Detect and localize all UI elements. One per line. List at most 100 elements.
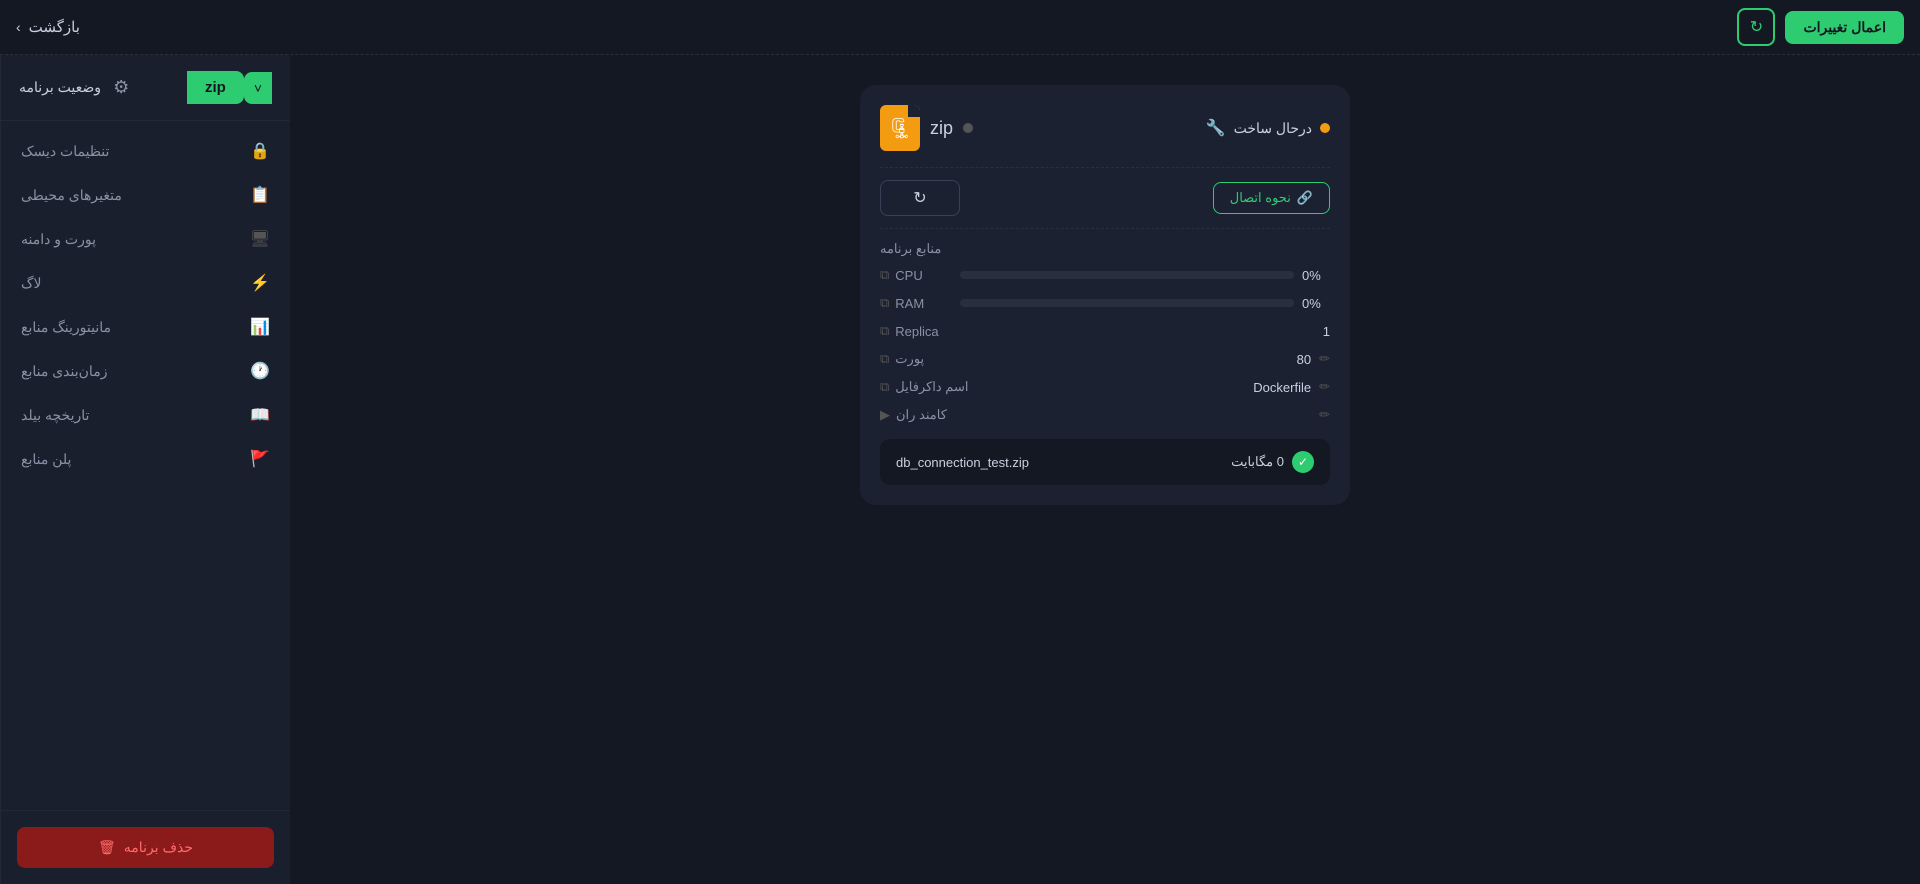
- resources-title: منابع برنامه: [880, 241, 1330, 257]
- sidebar-item-env-label: متغیرهای محیطی: [21, 187, 122, 204]
- delete-button[interactable]: حذف برنامه 🗑: [17, 827, 274, 868]
- action-row: 🔗 نحوه اتصال ↻: [880, 180, 1330, 216]
- cpu-label: CPU: [895, 268, 922, 283]
- refresh-top-icon: ↻: [1750, 17, 1763, 37]
- resources-section: منابع برنامه 0% CPU ⧉: [880, 241, 1330, 423]
- dockerfile-row-right: اسم داکرفایل ⧉: [880, 379, 968, 395]
- connect-button[interactable]: 🔗 نحوه اتصال: [1213, 182, 1330, 214]
- cpu-copy-icon[interactable]: ⧉: [880, 267, 889, 283]
- port-row-left: ✏ 80: [1297, 351, 1330, 367]
- sidebar-item-disk[interactable]: 🔒 تنظیمات دیسک: [1, 129, 290, 173]
- file-name: db_connection_test.zip: [896, 455, 1029, 470]
- delete-icon: 🗑: [98, 839, 116, 856]
- file-check-icon: ✓: [1292, 451, 1314, 473]
- back-chevron-icon: ›: [16, 19, 21, 35]
- port-row-right: پورت ⧉: [880, 351, 924, 367]
- sidebar-item-history[interactable]: 📖 تاریخچه بیلد: [1, 393, 290, 437]
- apply-button[interactable]: اعمال تغییرات: [1785, 11, 1904, 44]
- sidebar-item-schedule-label: زمان‌بندی منابع: [21, 363, 107, 380]
- cpu-percent: 0%: [1302, 268, 1330, 283]
- card-separator-2: [880, 228, 1330, 229]
- ram-progress-bg: [960, 299, 1294, 307]
- dockerfile-row: ✏ Dockerfile اسم داکرفایل ⧉: [880, 379, 1330, 395]
- sidebar-item-monitor[interactable]: 📊 مانیتورینگ منابع: [1, 305, 290, 349]
- log-icon: ⚡: [250, 273, 270, 293]
- topbar-left: اعمال تغییرات ↻: [1737, 8, 1904, 46]
- sidebar-item-history-label: تاریخچه بیلد: [21, 407, 89, 424]
- topbar: اعمال تغییرات ↻ بازگشت ›: [0, 0, 1920, 55]
- connect-label: نحوه اتصال: [1230, 190, 1291, 206]
- port-icon: 🖥: [250, 229, 270, 249]
- run-command-edit-icon[interactable]: ✏: [1319, 407, 1330, 423]
- plan-icon: 🚩: [250, 449, 270, 469]
- cpu-progress-bg: [960, 271, 1294, 279]
- refresh-card-icon: ↻: [913, 188, 926, 208]
- file-upload-left: ✓ 0 مگابایت: [1231, 451, 1314, 473]
- run-command-label: کامند ران: [896, 407, 947, 423]
- dockerfile-label: اسم داکرفایل: [895, 379, 968, 395]
- ram-row-left: 0%: [960, 296, 1330, 311]
- env-icon: 📋: [250, 185, 270, 205]
- wrench-icon: 🔧: [1206, 118, 1226, 138]
- topbar-right: بازگشت ›: [16, 18, 80, 36]
- replica-value: 1: [1323, 324, 1330, 339]
- ram-copy-icon[interactable]: ⧉: [880, 295, 889, 311]
- ram-row: 0% RAM ⧉: [880, 295, 1330, 311]
- disk-icon: 🔒: [250, 141, 270, 161]
- sidebar-top: ˅ zip ⚙ وضعیت برنامه: [1, 55, 290, 121]
- sidebar-item-plan[interactable]: 🚩 پلن منابع: [1, 437, 290, 481]
- status-indicator-dot: [963, 123, 973, 133]
- dockerfile-copy-icon[interactable]: ⧉: [880, 379, 889, 395]
- delete-label: حذف برنامه: [124, 839, 193, 856]
- ram-percent: 0%: [1302, 296, 1330, 311]
- dockerfile-value: Dockerfile: [1253, 380, 1311, 395]
- cpu-row-right: CPU ⧉: [880, 267, 960, 283]
- run-command-row-right: کامند ران ▶: [880, 407, 947, 423]
- back-label: بازگشت: [29, 18, 80, 36]
- sidebar-item-port[interactable]: 🖥 پورت و دامنه: [1, 217, 290, 261]
- sidebar-item-log-label: لاگ: [21, 275, 42, 292]
- cpu-row: 0% CPU ⧉: [880, 267, 1330, 283]
- file-upload-row: ✓ 0 مگابایت db_connection_test.zip: [880, 439, 1330, 485]
- app-badge-chevron-icon: ˅: [244, 72, 272, 104]
- replica-row-left: 1: [1323, 324, 1330, 339]
- gear-icon[interactable]: ⚙: [113, 77, 129, 98]
- sidebar: ˅ zip ⚙ وضعیت برنامه 🔒 تنظیمات دیسک 📋 مت…: [0, 55, 290, 884]
- dockerfile-row-left: ✏ Dockerfile: [1253, 379, 1330, 395]
- run-command-copy-icon[interactable]: ▶: [880, 407, 890, 423]
- port-edit-icon[interactable]: ✏: [1319, 351, 1330, 367]
- refresh-card-button[interactable]: ↻: [880, 180, 960, 216]
- port-copy-icon[interactable]: ⧉: [880, 351, 889, 367]
- sidebar-item-port-label: پورت و دامنه: [21, 231, 96, 248]
- building-status-dot: [1320, 123, 1330, 133]
- sidebar-item-env[interactable]: 📋 متغیرهای محیطی: [1, 173, 290, 217]
- replica-row-right: Replica ⧉: [880, 323, 939, 339]
- main-layout: درحال ساخت 🔧 zip 🗜 🔗 نحوه اتصال: [0, 55, 1920, 884]
- content-area: درحال ساخت 🔧 zip 🗜 🔗 نحوه اتصال: [290, 55, 1920, 884]
- port-value: 80: [1297, 352, 1311, 367]
- file-size: 0 مگابایت: [1231, 454, 1284, 470]
- sidebar-footer: حذف برنامه 🗑: [1, 810, 290, 884]
- ram-label: RAM: [895, 296, 924, 311]
- sidebar-item-log[interactable]: ⚡ لاگ: [1, 261, 290, 305]
- ram-row-right: RAM ⧉: [880, 295, 960, 311]
- status-label: وضعیت برنامه: [19, 79, 101, 96]
- cpu-row-left: 0%: [960, 268, 1330, 283]
- app-badge-name: zip: [187, 71, 244, 104]
- refresh-top-button[interactable]: ↻: [1737, 8, 1775, 46]
- monitor-icon: 📊: [250, 317, 270, 337]
- sidebar-nav: 🔒 تنظیمات دیسک 📋 متغیرهای محیطی 🖥 پورت و…: [1, 121, 290, 810]
- port-row: ✏ 80 پورت ⧉: [880, 351, 1330, 367]
- history-icon: 📖: [250, 405, 270, 425]
- schedule-icon: 🕐: [250, 361, 270, 381]
- sidebar-item-plan-label: پلن منابع: [21, 451, 71, 468]
- app-card: درحال ساخت 🔧 zip 🗜 🔗 نحوه اتصال: [860, 85, 1350, 505]
- sidebar-item-schedule[interactable]: 🕐 زمان‌بندی منابع: [1, 349, 290, 393]
- sidebar-item-monitor-label: مانیتورینگ منابع: [21, 319, 111, 336]
- link-icon: 🔗: [1297, 190, 1313, 206]
- replica-label: Replica: [895, 324, 938, 339]
- card-header: درحال ساخت 🔧 zip 🗜: [880, 105, 1330, 151]
- dockerfile-edit-icon[interactable]: ✏: [1319, 379, 1330, 395]
- port-label: پورت: [895, 351, 924, 367]
- replica-copy-icon[interactable]: ⧉: [880, 323, 889, 339]
